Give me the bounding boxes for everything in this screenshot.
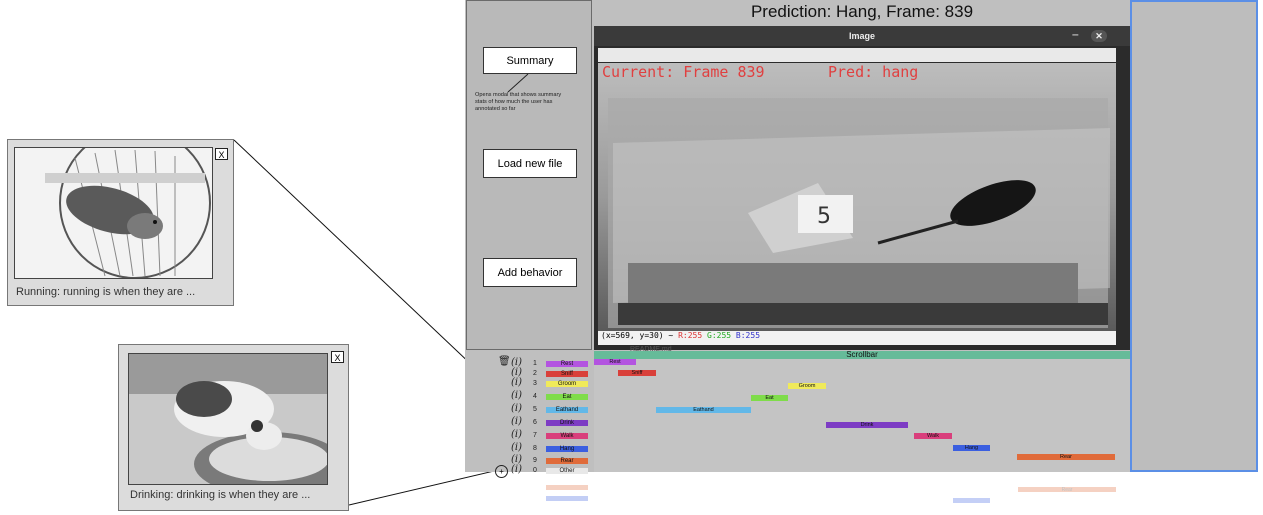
timeline-segment[interactable]: Eathand: [656, 407, 751, 413]
prediction-title: Prediction: Hang, Frame: 839: [750, 2, 974, 21]
info-icon[interactable]: (i): [511, 416, 522, 427]
running-caption: Running: running is when they are ...: [16, 286, 196, 298]
timeline-segment[interactable]: Rear: [1017, 454, 1115, 460]
load-new-file-button[interactable]: Load new file: [483, 149, 577, 178]
behavior-hotkey: 9: [533, 457, 537, 464]
add-behavior-button[interactable]: Add behavior: [483, 258, 577, 287]
drinking-image: [128, 353, 328, 485]
behavior-label[interactable]: Groom: [546, 381, 588, 387]
drinking-popup: X Drinking: drinking is when they are ..…: [118, 344, 349, 511]
overlay-prediction: Pred: hang: [828, 63, 918, 81]
behavior-label[interactable]: Hang: [546, 446, 588, 452]
pixel-status-bar: (x=569, y=30) ~ R:255 G:255 B:255: [598, 331, 1116, 345]
summary-note: Opens modal that shows summary stats of …: [475, 92, 562, 112]
cage-scene: 5 Current: Frame 839 Pred: hang: [598, 63, 1116, 331]
behavior-hotkey: 1: [533, 360, 537, 367]
behavior-hotkey: 2: [533, 370, 537, 377]
trash-icon[interactable]: 🗑: [498, 356, 511, 367]
behavior-hotkey: 3: [533, 380, 537, 387]
right-panel: [1130, 0, 1258, 472]
minimize-icon[interactable]: –: [1072, 27, 1079, 41]
behavior-label[interactable]: Rest: [546, 361, 588, 367]
summary-button[interactable]: Summary: [483, 47, 577, 74]
image-window-title: Image: [848, 31, 875, 41]
timeline-segment[interactable]: Groom: [788, 383, 826, 389]
sidebar-panel: Summary Load new file Add behavior: [466, 0, 592, 350]
drinking-popup-close-button[interactable]: X: [331, 351, 344, 363]
running-image: [14, 147, 213, 279]
timeline-segment[interactable]: Sniff: [618, 370, 656, 376]
pixel-g: G:255: [707, 331, 732, 340]
pixel-r: R:255: [678, 331, 703, 340]
behavior-label[interactable]: Eathand: [546, 407, 588, 413]
image-window-titlebar: Image – ✕: [594, 26, 1130, 46]
behavior-label[interactable]: Walk: [546, 433, 588, 439]
info-icon[interactable]: (i): [511, 390, 522, 401]
timeline-segment[interactable]: Drink: [826, 422, 908, 428]
pixel-coords: (x=569, y=30) ~: [601, 331, 674, 340]
running-popup-close-button[interactable]: X: [215, 148, 228, 160]
cage-number-label: 5: [817, 204, 831, 229]
timeline-reflection: Rear: [465, 474, 1263, 515]
behavior-hotkey: 8: [533, 445, 537, 452]
image-toolbar-strip: [598, 48, 1116, 62]
behavior-hotkey: 7: [533, 432, 537, 439]
timeline-segment[interactable]: Eat: [751, 395, 788, 401]
behavior-label[interactable]: Rear: [546, 458, 588, 464]
drinking-caption: Drinking: drinking is when they are ...: [130, 489, 311, 501]
pixel-b: B:255: [735, 331, 761, 340]
info-icon[interactable]: (i): [511, 442, 522, 453]
behavior-hotkey: 6: [533, 419, 537, 426]
info-icon[interactable]: (i): [511, 403, 522, 414]
timeline-segment[interactable]: Rest: [594, 359, 636, 365]
behavior-label[interactable]: Eat: [546, 394, 588, 400]
timeline-segment[interactable]: Walk: [914, 433, 952, 439]
behavior-hotkey: 4: [533, 393, 537, 400]
timeline-segment[interactable]: Hang: [953, 445, 990, 451]
behavior-hotkey: 0: [533, 467, 537, 474]
behavior-hotkey: 5: [533, 406, 537, 413]
close-icon[interactable]: ✕: [1091, 30, 1107, 42]
behavior-label[interactable]: Drink: [546, 420, 588, 426]
timeline-scrollbar[interactable]: Scrollbar: [594, 351, 1130, 359]
info-icon[interactable]: (i): [511, 429, 522, 440]
info-icon[interactable]: (i): [511, 377, 522, 388]
overlay-current-frame: Current: Frame 839: [602, 63, 765, 81]
running-popup: X Running: running is when they are ...: [7, 139, 234, 306]
video-frame: 5 Current: Frame 839 Pred: hang: [598, 63, 1116, 331]
behavior-label[interactable]: Sniff: [546, 371, 588, 377]
